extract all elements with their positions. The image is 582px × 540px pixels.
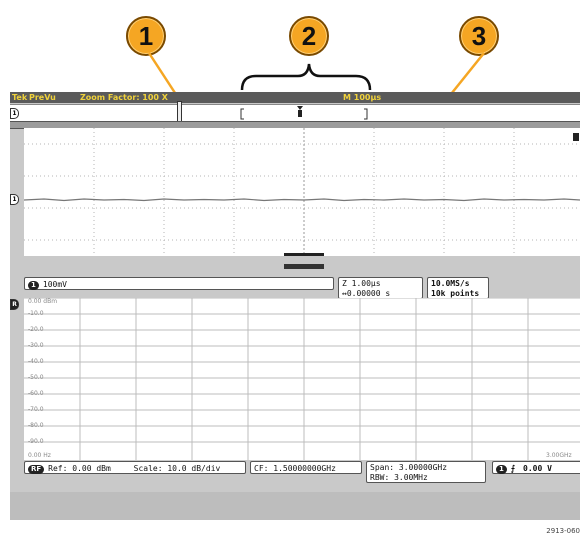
time-graticule-svg — [23, 128, 580, 256]
rbw-value: RBW: 3.00MHz — [370, 473, 428, 482]
db-label-6: -60.0 — [28, 390, 44, 397]
db-label-7: -70.0 — [28, 406, 44, 413]
figure-number: 2913-060 — [546, 527, 580, 535]
rf-badge: RF — [28, 465, 45, 474]
zoom-position-bar — [284, 253, 324, 256]
zoom-scale: Z 1.00µs — [342, 279, 381, 288]
rf-scale: Scale: 10.0 dB/div — [133, 464, 221, 473]
channel-1-scale: 100mV — [42, 280, 67, 289]
span-value: Span: 3.00000GHz — [370, 463, 448, 472]
zoom-readout[interactable]: Z 1.00µs ↔0.00000 s — [338, 277, 423, 299]
callout-2-brace — [240, 63, 372, 91]
channel-1-badge: 1 — [28, 281, 39, 290]
trigger-slope-icon: ⨍ — [510, 464, 516, 473]
signal-trace — [23, 198, 580, 202]
record-brackets — [240, 106, 368, 120]
rf-reference-readout[interactable]: RF Ref: 0.00 dBm Scale: 10.0 dB/div — [24, 461, 246, 474]
sample-rate: 10.0MS/s — [431, 279, 470, 288]
trigger-level: 0.00 V — [523, 464, 552, 473]
db-label-8: -80.0 — [28, 422, 44, 429]
time-domain-graticule — [23, 128, 580, 256]
channel-1-ground-marker[interactable]: 1 — [10, 194, 19, 205]
span-rbw-readout[interactable]: Span: 3.00000GHz RBW: 3.00MHz — [366, 461, 486, 483]
freq-start-label: 0.00 Hz — [28, 452, 51, 459]
acquisition-mode: PreVu — [29, 93, 56, 102]
brand-label: Tek — [12, 93, 28, 102]
db-label-9: -90.0 — [28, 438, 44, 445]
trigger-position-icon — [297, 106, 303, 110]
bottom-shadow — [10, 492, 580, 520]
db-label-1: -10.0 — [28, 310, 44, 317]
rf-channel-marker: R — [10, 299, 19, 310]
trigger-channel-badge: 1 — [496, 465, 507, 474]
trigger-readout[interactable]: 1 ⨍ 0.00 V — [492, 461, 580, 474]
timebase-label: M 100µs — [343, 93, 382, 102]
trigger-level-marker — [573, 133, 579, 141]
center-frequency: CF: 1.50000000GHz — [254, 464, 336, 473]
zoom-factor-label: Zoom Factor: 100 X — [80, 93, 168, 102]
rf-reference-level: Ref: 0.00 dBm — [48, 464, 111, 473]
record-view-bar: 1 — [10, 101, 580, 122]
spectrum-graticule: 0.00 dBm -10.0 -20.0 -30.0 -40.0 -50.0 -… — [24, 297, 580, 460]
db-label-5: -50.0 — [28, 374, 44, 381]
sample-rate-readout[interactable]: 10.0MS/s 10k points — [427, 277, 489, 299]
db-label-2: -20.0 — [28, 326, 44, 333]
status-bar: Tek PreVu Zoom Factor: 100 X M 100µs — [10, 92, 580, 103]
db-label-4: -40.0 — [28, 358, 44, 365]
db-label-0: 0.00 dBm — [28, 298, 58, 305]
center-frequency-readout[interactable]: CF: 1.50000000GHz — [250, 461, 362, 474]
freq-end-label: 3.00GHz — [546, 452, 572, 459]
db-label-3: -30.0 — [28, 342, 44, 349]
zoom-position-handle[interactable] — [284, 264, 324, 269]
channel-1-readout[interactable]: 1 100mV — [24, 277, 334, 290]
oscilloscope-screen: Tek PreVu Zoom Factor: 100 X M 100µs 1 1… — [10, 92, 580, 520]
spectrum-graticule-svg — [24, 297, 580, 460]
